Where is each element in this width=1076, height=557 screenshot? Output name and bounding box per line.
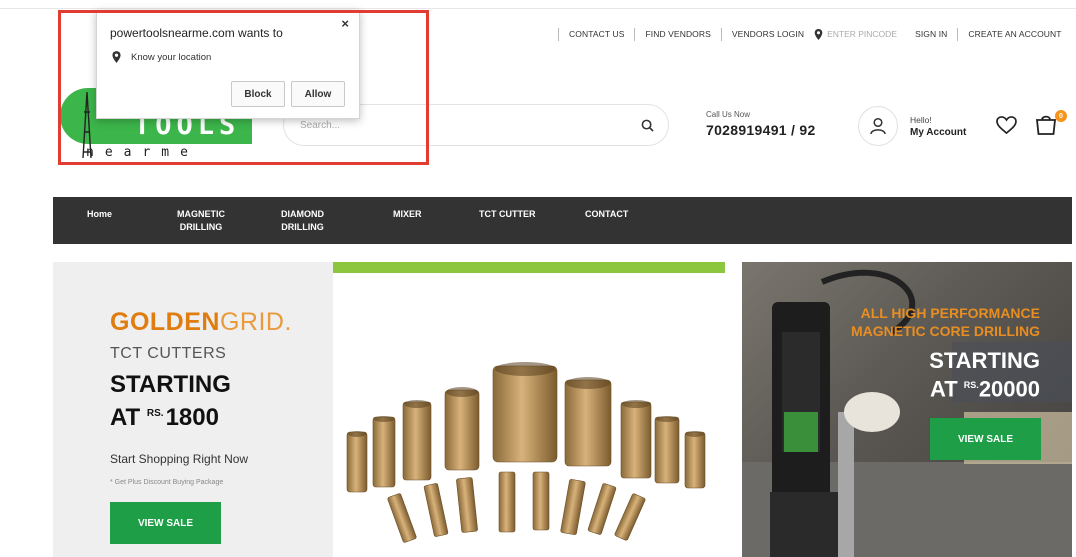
price: 20000 [978, 376, 1040, 402]
at-text: AT [929, 376, 958, 402]
phone-number[interactable]: 7028919491 / 92 [706, 122, 816, 138]
popup-title: powertoolsnearme.com wants to [110, 26, 283, 40]
wishlist-button[interactable] [996, 116, 1017, 139]
call-us-label: Call Us Now [706, 110, 751, 119]
call-us: Call Us Now 7028919491 / 92 [706, 110, 816, 138]
account-hello: Hello! [910, 114, 932, 125]
page: CONTACT US FIND VENDORS VENDORS LOGIN SI… [0, 0, 1076, 557]
account-label: My Account [910, 126, 967, 138]
permission-text: Know your location [131, 51, 212, 63]
price: 1800 [165, 404, 219, 431]
my-account[interactable]: Hello! My Account [858, 106, 966, 146]
pincode-input[interactable] [827, 29, 910, 39]
discount-note: * Get Plus Discount Buying Package [110, 479, 224, 486]
main-nav: Home MAGNETIC DRILLING DIAMOND DRILLING … [53, 197, 1072, 244]
location-permission-popup: powertoolsnearme.com wants to × Know you… [96, 10, 360, 119]
create-account-link[interactable]: CREATE AN ACCOUNT [968, 29, 1061, 39]
banner-offer: STARTING AT RS.1800 [110, 370, 231, 432]
cart-count-badge: 0 [1055, 110, 1067, 122]
shop-text: Start Shopping Right Now [110, 452, 249, 466]
at-text: AT [110, 404, 141, 431]
nav-item-contact[interactable]: CONTACT [585, 208, 628, 221]
currency: RS. [963, 380, 979, 390]
account-text: Hello! My Account [910, 115, 966, 138]
tagline-line-1: ALL HIGH PERFORMANCE [860, 305, 1040, 321]
starting-text: STARTING [110, 371, 231, 398]
view-sale-button[interactable]: VIEW SALE [110, 502, 221, 544]
utility-bar: CONTACT US FIND VENDORS VENDORS LOGIN SI… [548, 26, 1062, 42]
nav-item-diamond-drilling[interactable]: DIAMOND DRILLING [281, 208, 324, 234]
block-button[interactable]: Block [231, 81, 285, 107]
location-pin-icon [814, 28, 823, 40]
banner-magnetic-drilling[interactable]: ALL HIGH PERFORMANCE MAGNETIC CORE DRILL… [742, 262, 1072, 557]
view-sale-button[interactable]: VIEW SALE [930, 418, 1041, 460]
nav-item-tct-cutter[interactable]: TCT CUTTER [479, 208, 536, 221]
search-button[interactable] [626, 105, 668, 145]
banner-cutters-image[interactable] [333, 262, 725, 557]
pincode-field [814, 28, 910, 40]
find-vendors-link[interactable]: FIND VENDORS [645, 29, 710, 39]
nav-item-magnetic-drilling[interactable]: MAGNETIC DRILLING [177, 208, 225, 234]
utility-separator [957, 27, 959, 41]
user-icon [870, 117, 886, 135]
price-line: AT RS.1800 [110, 399, 231, 432]
banner-tct-cutters: GOLDENGRID. TCT CUTTERS STARTING AT RS.1… [53, 262, 333, 557]
contact-us-link[interactable]: CONTACT US [569, 29, 624, 39]
price-line: AT RS.20000 [929, 373, 1040, 401]
brand-bold: GOLDEN [110, 308, 220, 336]
logo-subtext: nearme [86, 145, 199, 160]
brand-light: GRID. [219, 308, 292, 336]
tct-cutters-illustration [346, 362, 706, 543]
brand-golden-grid: GOLDENGRID. [110, 308, 292, 337]
allow-button[interactable]: Allow [291, 81, 345, 107]
permission-row: Know your location [112, 51, 211, 63]
utility-separator [558, 27, 559, 41]
banner-subtitle: TCT CUTTERS [110, 345, 227, 362]
starting-text: STARTING [929, 348, 1040, 373]
top-divider [0, 8, 1076, 9]
close-icon[interactable]: × [341, 16, 349, 31]
banner-offer: STARTING AT RS.20000 [929, 348, 1040, 401]
heart-icon [996, 116, 1017, 135]
banner-tagline: ALL HIGH PERFORMANCE MAGNETIC CORE DRILL… [851, 304, 1040, 340]
nav-item-home[interactable]: Home [87, 208, 112, 221]
vendors-login-link[interactable]: VENDORS LOGIN [732, 29, 804, 39]
utility-separator [720, 27, 722, 41]
nav-item-mixer[interactable]: MIXER [393, 208, 422, 221]
tagline-line-2: MAGNETIC CORE DRILLING [851, 323, 1040, 339]
location-pin-icon [112, 51, 121, 63]
search-icon [641, 119, 654, 132]
utility-separator [634, 27, 636, 41]
currency: RS. [146, 408, 164, 419]
sign-in-link[interactable]: SIGN IN [915, 29, 947, 39]
user-avatar [858, 106, 898, 146]
